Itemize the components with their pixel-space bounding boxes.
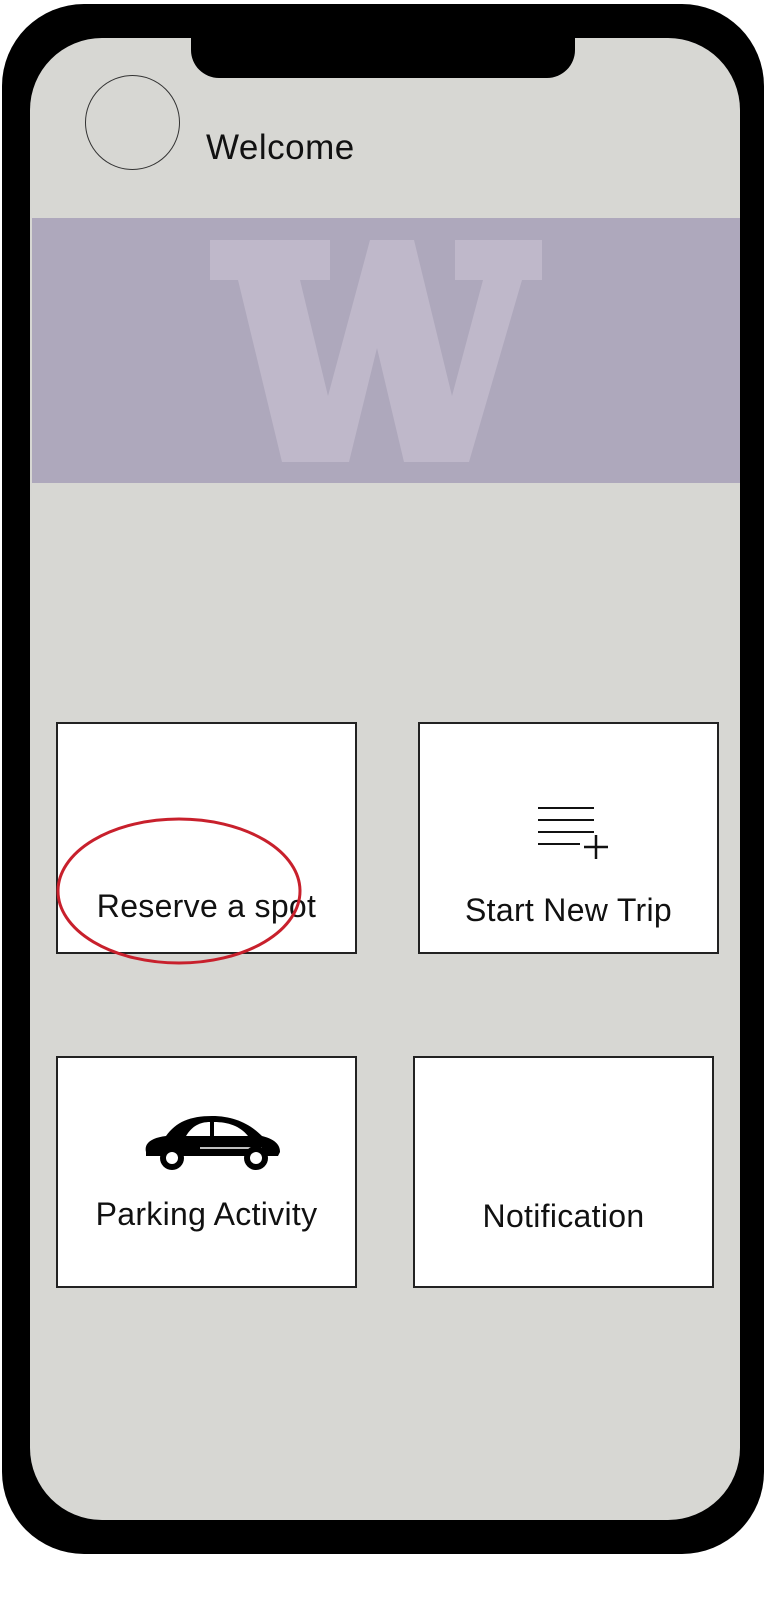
phone-notch bbox=[191, 30, 575, 78]
welcome-text: Welcome bbox=[206, 128, 355, 167]
phone-frame: Welcome Reserve a spot Start New Trip Pa… bbox=[2, 4, 764, 1554]
reserve-spot-tile[interactable]: Reserve a spot bbox=[56, 722, 357, 954]
university-banner bbox=[32, 218, 740, 483]
start-new-trip-label: Start New Trip bbox=[465, 892, 672, 928]
notification-label: Notification bbox=[482, 1198, 645, 1234]
reserve-spot-label: Reserve a spot bbox=[96, 888, 317, 924]
car-icon bbox=[145, 1116, 280, 1170]
notification-tile[interactable]: Notification bbox=[413, 1056, 714, 1288]
avatar[interactable] bbox=[85, 75, 180, 170]
w-logo-icon bbox=[210, 240, 542, 462]
app-screen: Welcome Reserve a spot Start New Trip Pa… bbox=[30, 38, 740, 1520]
add-list-icon bbox=[538, 807, 608, 859]
parking-activity-tile[interactable]: Parking Activity bbox=[56, 1056, 357, 1288]
start-new-trip-tile[interactable]: Start New Trip bbox=[418, 722, 719, 954]
parking-activity-label: Parking Activity bbox=[95, 1196, 318, 1232]
